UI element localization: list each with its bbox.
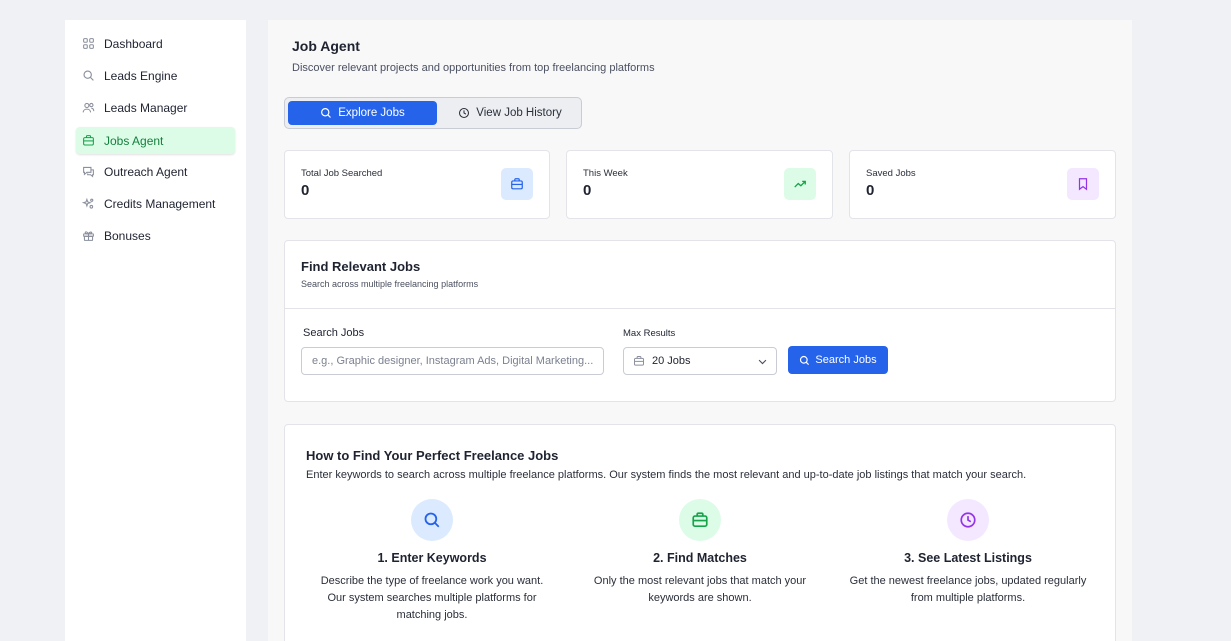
sidebar-item-label: Leads Engine: [104, 68, 178, 83]
clock-icon: [459, 107, 470, 119]
stat-label: Total Job Searched: [301, 168, 383, 179]
stat-value: 0: [866, 182, 875, 199]
briefcase-icon: [679, 499, 721, 541]
sidebar-item-label: Credits Management: [104, 196, 216, 211]
stat-value: 0: [583, 182, 592, 199]
sidebar-item-label: Outreach Agent: [104, 164, 188, 179]
divider: [285, 308, 1115, 309]
briefcase-icon: [633, 355, 645, 367]
gift-icon: [82, 229, 95, 242]
find-jobs-title: Find Relevant Jobs: [301, 259, 421, 274]
max-results-select[interactable]: 20 Jobs: [623, 347, 777, 375]
step-see-latest-listings: 3. See Latest Listings Get the newest fr…: [838, 499, 1098, 607]
how-to-subtitle: Enter keywords to search across multiple…: [306, 469, 1027, 481]
search-icon: [321, 108, 332, 118]
tab-label: Explore Jobs: [338, 107, 405, 119]
step-title: 1. Enter Keywords: [377, 551, 487, 565]
briefcase-icon: [501, 168, 533, 200]
sidebar-item-outreach-agent[interactable]: Outreach Agent: [76, 158, 235, 185]
search-icon: [82, 69, 95, 82]
sidebar: Dashboard Leads Engine Leads Manager Job…: [65, 20, 246, 641]
users-icon: [82, 101, 95, 114]
step-description: Get the newest freelance jobs, updated r…: [849, 575, 1087, 604]
find-jobs-card: Find Relevant Jobs Search across multipl…: [284, 240, 1116, 402]
clock-icon: [947, 499, 989, 541]
step-enter-keywords: 1. Enter Keywords Describe the type of f…: [302, 499, 562, 624]
find-jobs-subtitle: Search across multiple freelancing platf…: [301, 279, 479, 289]
trending-up-icon: [784, 168, 816, 200]
search-jobs-label: Search Jobs: [303, 327, 365, 339]
search-jobs-button[interactable]: Search Jobs: [788, 346, 888, 374]
tab-bar: Explore Jobs View Job History: [284, 97, 582, 129]
how-to-card: How to Find Your Perfect Freelance Jobs …: [284, 424, 1116, 641]
search-input[interactable]: [301, 347, 604, 375]
grid-icon: [82, 37, 95, 50]
search-icon: [800, 355, 810, 365]
max-results-label: Max Results: [623, 328, 676, 339]
chevron-down-icon: [757, 356, 768, 367]
stat-card-this-week: This Week 0: [566, 150, 833, 219]
sidebar-item-dashboard[interactable]: Dashboard: [76, 30, 235, 57]
stat-card-saved-jobs: Saved Jobs 0: [849, 150, 1116, 219]
sidebar-item-label: Bonuses: [104, 228, 151, 243]
stat-card-total-job-searched: Total Job Searched 0: [284, 150, 550, 219]
sidebar-item-bonuses[interactable]: Bonuses: [76, 222, 235, 249]
sidebar-item-label: Leads Manager: [104, 100, 188, 115]
chat-icon: [82, 165, 95, 178]
page-subtitle: Discover relevant projects and opportuni…: [292, 62, 655, 74]
step-description: Describe the type of freelance work you …: [320, 575, 544, 621]
tab-label: View Job History: [476, 107, 562, 119]
bookmark-icon: [1067, 168, 1099, 200]
sidebar-item-label: Dashboard: [104, 36, 163, 51]
search-icon: [411, 499, 453, 541]
tab-view-job-history[interactable]: View Job History: [440, 101, 580, 125]
stat-label: This Week: [583, 168, 628, 179]
how-to-title: How to Find Your Perfect Freelance Jobs: [306, 448, 559, 463]
briefcase-icon: [82, 134, 95, 147]
tab-explore-jobs[interactable]: Explore Jobs: [288, 101, 437, 125]
step-find-matches: 2. Find Matches Only the most relevant j…: [570, 499, 830, 607]
main-content: Job Agent Discover relevant projects and…: [268, 20, 1132, 641]
sidebar-item-credits-management[interactable]: Credits Management: [76, 190, 235, 217]
step-description: Only the most relevant jobs that match y…: [593, 575, 807, 604]
step-title: 3. See Latest Listings: [904, 551, 1032, 565]
sidebar-item-leads-manager[interactable]: Leads Manager: [76, 94, 235, 121]
page-title: Job Agent: [292, 38, 360, 54]
sidebar-item-jobs-agent[interactable]: Jobs Agent: [76, 127, 235, 154]
sidebar-item-leads-engine[interactable]: Leads Engine: [76, 62, 235, 89]
sidebar-item-label: Jobs Agent: [104, 133, 164, 148]
stat-value: 0: [301, 182, 310, 199]
stat-label: Saved Jobs: [866, 168, 916, 179]
search-jobs-button-label: Search Jobs: [815, 354, 877, 366]
step-title: 2. Find Matches: [653, 551, 747, 565]
sparkles-icon: [82, 197, 95, 210]
max-results-value: 20 Jobs: [652, 355, 691, 367]
